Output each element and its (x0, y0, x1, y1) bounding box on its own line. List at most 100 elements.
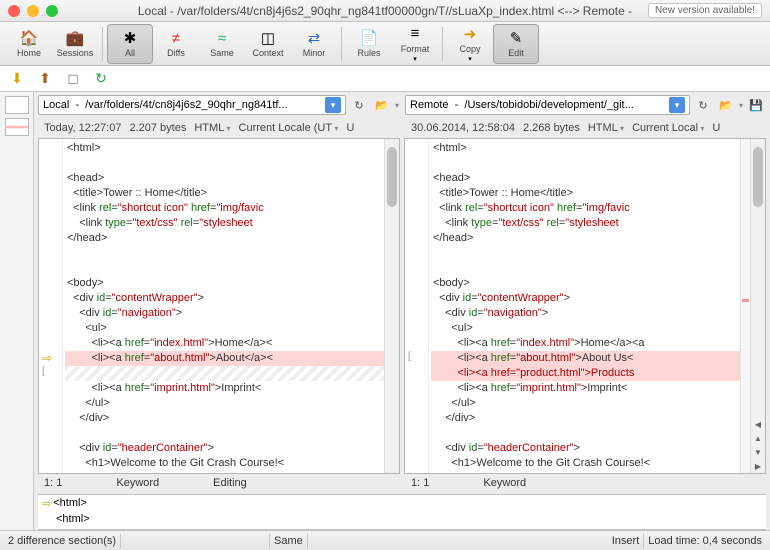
scrollbar-thumb[interactable] (753, 147, 763, 207)
same-status: Same (274, 535, 303, 547)
left-size: 2.207 bytes (129, 122, 186, 134)
merge-line: <html> (53, 497, 87, 509)
scroll-down-icon[interactable]: ▼ (751, 445, 765, 459)
diffs-button[interactable]: ≠Diffs (153, 24, 199, 64)
main-toolbar: 🏠Home 💼Sessions ✱All ≠Diffs ≈Same ◫Conte… (0, 22, 770, 66)
minimize-icon[interactable] (27, 5, 39, 17)
context-icon: ◫ (259, 29, 277, 47)
load-time: Load time: 0,4 seconds (648, 535, 762, 547)
reload-right-button[interactable]: ↻ (693, 95, 713, 115)
left-encoding-select[interactable]: Current Locale (UT (239, 122, 339, 134)
home-icon: 🏠 (20, 29, 38, 47)
bracket-icon: [ (42, 366, 45, 377)
scroll-right-icon[interactable]: ▶ (751, 459, 765, 473)
chevron-down-icon[interactable]: ▾ (325, 97, 341, 113)
right-size: 2.268 bytes (523, 122, 580, 134)
save-right-button[interactable]: 💾 (746, 95, 766, 115)
right-editor[interactable]: [ <html><head> <title>Tower :: Home</tit… (404, 138, 766, 474)
reload-left-button[interactable]: ↻ (349, 95, 369, 115)
diff-mark (742, 299, 749, 302)
thumbnail[interactable] (5, 96, 29, 114)
briefcase-icon: 💼 (66, 29, 84, 47)
update-notice[interactable]: New version available! (648, 3, 762, 18)
separator (102, 27, 103, 61)
right-cursor-pos: 1: 1 (411, 477, 429, 489)
right-lineend: U (712, 122, 720, 134)
nav-toolbar: ⬇ ⬆ ◻ ↻ (0, 66, 770, 92)
not-equal-icon: ≠ (167, 29, 185, 47)
all-button[interactable]: ✱All (107, 24, 153, 64)
edit-icon: ✎ (507, 29, 525, 47)
left-lineend: U (346, 122, 354, 134)
separator (442, 27, 443, 61)
same-button[interactable]: ≈Same (199, 24, 245, 64)
close-icon[interactable] (8, 5, 20, 17)
titlebar: Local - /var/folders/4t/cn8j4j6s2_90qhr_… (0, 0, 770, 22)
scroll-up-icon[interactable]: ▲ (751, 431, 765, 445)
asterisk-icon: ✱ (121, 29, 139, 47)
arrow-marker-icon: ⇨ (42, 497, 51, 510)
right-keyword-label: Keyword (483, 477, 526, 489)
right-editor-status: 1: 1 Keyword (405, 474, 766, 492)
minor-button[interactable]: ⇄Minor (291, 24, 337, 64)
thumbnail[interactable] (5, 118, 29, 136)
rules-icon: 📄 (360, 29, 378, 47)
reload-button[interactable]: ↻ (92, 70, 110, 88)
bracket-icon: [ (408, 351, 411, 362)
prev-diff-button[interactable]: ⬆ (36, 70, 54, 88)
right-filetype-select[interactable]: HTML (588, 122, 624, 134)
edit-button[interactable]: ✎Edit (493, 24, 539, 64)
left-scrollbar[interactable] (384, 139, 399, 473)
format-button[interactable]: ≡Format▾ (392, 24, 438, 64)
remote-path-field[interactable] (410, 99, 669, 111)
thumbnail-strip (0, 92, 34, 530)
diff-count: 2 difference section(s) (8, 535, 116, 547)
merge-panel[interactable]: ⇨<html> <html> (38, 494, 766, 530)
left-date: Today, 12:27:07 (44, 122, 121, 134)
insert-mode: Insert (612, 535, 640, 547)
minor-icon: ⇄ (305, 29, 323, 47)
sessions-button[interactable]: 💼Sessions (52, 24, 98, 64)
scroll-left-icon[interactable]: ◀ (751, 417, 765, 431)
separator (341, 27, 342, 61)
format-icon: ≡ (406, 25, 424, 43)
left-meta: Today, 12:27:07 2.207 bytes HTML Current… (38, 118, 399, 138)
left-filetype-select[interactable]: HTML (194, 122, 230, 134)
statusbar: 2 difference section(s) Same Insert Load… (0, 530, 770, 550)
right-date: 30.06.2014, 12:58:04 (411, 122, 515, 134)
zoom-icon[interactable] (46, 5, 58, 17)
left-code[interactable]: <html><head> <title>Tower :: Home</title… (63, 139, 384, 473)
right-scrollbar[interactable]: ▲ ▼ ◀ ▶ (750, 139, 765, 473)
approx-icon: ≈ (213, 29, 231, 47)
left-mode-label: Editing (213, 477, 247, 489)
left-keyword-label: Keyword (116, 477, 159, 489)
context-button[interactable]: ◫Context (245, 24, 291, 64)
right-minimap[interactable] (740, 139, 750, 473)
remote-path-input[interactable]: ▾ (405, 95, 690, 115)
left-editor[interactable]: ⇨ [ <html><head> <title>Tower :: Home</t… (38, 138, 400, 474)
current-diff-marker-icon: ⇨ (42, 351, 52, 365)
right-encoding-select[interactable]: Current Local (632, 122, 704, 134)
copy-icon: ➜ (461, 25, 479, 43)
open-left-button[interactable]: 📂 (372, 95, 392, 115)
rules-button[interactable]: 📄Rules (346, 24, 392, 64)
chevron-down-icon[interactable]: ▾ (395, 101, 399, 110)
right-meta: 30.06.2014, 12:58:04 2.268 bytes HTML Cu… (405, 118, 766, 138)
merge-line: <html> (56, 513, 90, 525)
open-right-button[interactable]: 📂 (716, 95, 736, 115)
left-editor-status: 1: 1 Keyword Editing (38, 474, 399, 492)
local-path-input[interactable]: ▾ (38, 95, 346, 115)
workarea: ▾ ↻ 📂 ▾ ▾ ↻ 📂 ▾ 💾 Today, 12:27:07 (0, 92, 770, 530)
right-code[interactable]: <html><head> <title>Tower :: Home</title… (429, 139, 740, 473)
right-gutter: [ (405, 139, 429, 473)
left-cursor-pos: 1: 1 (44, 477, 62, 489)
home-button[interactable]: 🏠Home (6, 24, 52, 64)
local-path-field[interactable] (43, 99, 325, 111)
left-gutter: ⇨ [ (39, 139, 63, 473)
chevron-down-icon[interactable]: ▾ (739, 101, 743, 110)
stop-button[interactable]: ◻ (64, 70, 82, 88)
scrollbar-thumb[interactable] (387, 147, 397, 207)
chevron-down-icon[interactable]: ▾ (669, 97, 685, 113)
copy-button[interactable]: ➜Copy▾ (447, 24, 493, 64)
next-diff-button[interactable]: ⬇ (8, 70, 26, 88)
